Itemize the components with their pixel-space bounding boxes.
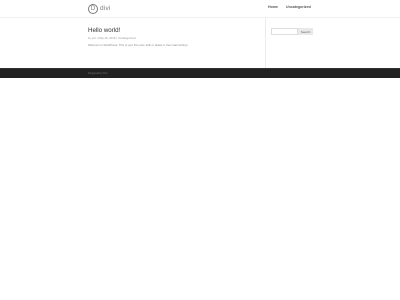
post-meta: by pvn | May 26, 2016 | Uncategorized (88, 36, 136, 40)
nav-item-home[interactable]: Home (268, 5, 278, 11)
post-article: Hello world! by pvn | May 26, 2016 | Unc… (88, 27, 258, 47)
site-header: D divi Home Uncategorized (0, 0, 400, 17)
footer-divider (0, 68, 400, 69)
site-logo[interactable]: D divi (88, 3, 111, 14)
footer-credit: Designed by Divi (88, 72, 108, 75)
nav-item-uncategorized[interactable]: Uncategorized (286, 5, 311, 11)
post-title-link[interactable]: Hello world! (88, 27, 258, 34)
content-sidebar-divider (265, 17, 266, 68)
main-navigation: Home Uncategorized (268, 5, 311, 11)
site-footer: Designed by Divi (0, 68, 400, 78)
main-content: Hello world! by pvn | May 26, 2016 | Unc… (0, 17, 400, 68)
search-input[interactable] (271, 28, 298, 35)
search-button[interactable]: Search (298, 28, 313, 35)
logo-mark-icon: D (88, 3, 98, 14)
post-excerpt: Welcome to WordPress. This is your first… (88, 43, 188, 47)
logo-text: divi (100, 5, 111, 12)
search-form: Search (271, 28, 313, 35)
